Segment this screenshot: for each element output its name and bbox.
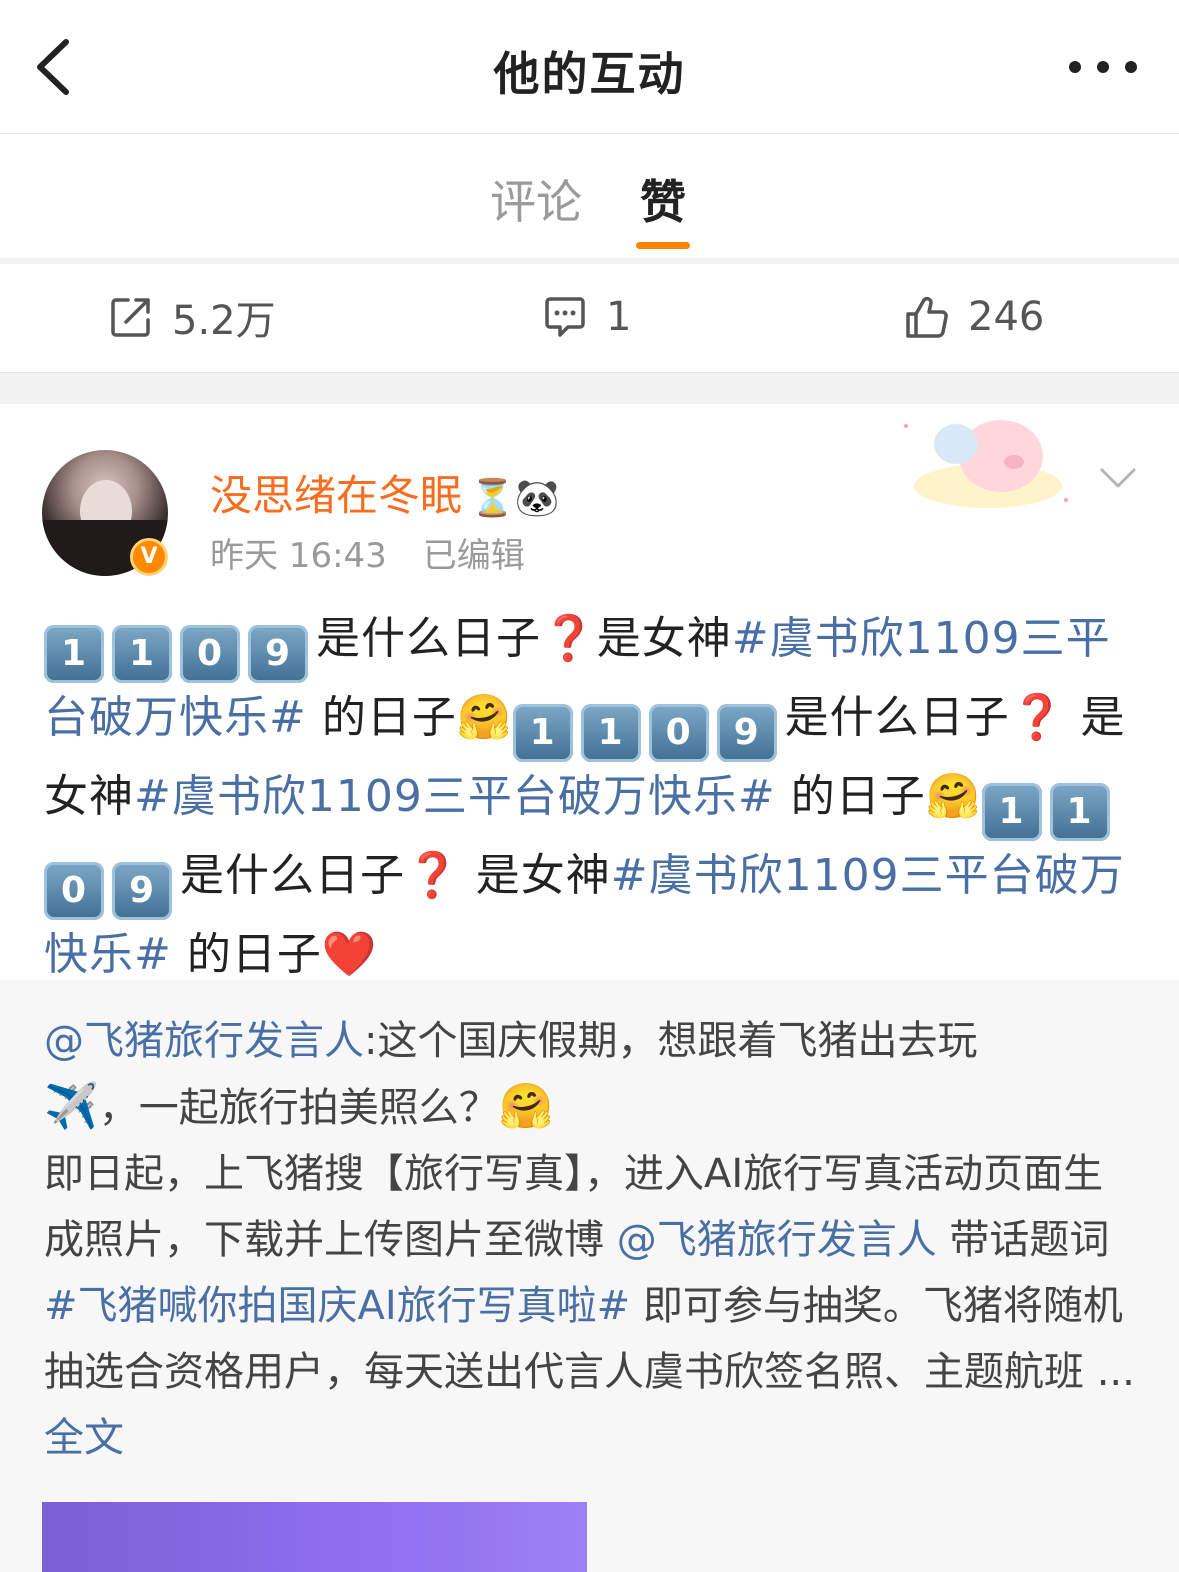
page-title: 他的互动 [493, 47, 686, 101]
quoted-post-text: @飞猪旅行发言人:这个国庆假期，想跟着飞猪出去玩 ✈️，一起旅行拍美照么？🤗 即日起… [44, 1008, 1139, 1471]
like-count: 246 [968, 294, 1045, 340]
like-icon [906, 296, 948, 338]
keycap-digit: 9 [248, 625, 308, 683]
keycap-digit: 0 [648, 704, 709, 762]
keycap-digit: 1 [1049, 783, 1110, 841]
hashtag-link[interactable]: #飞猪喊你拍国庆AI旅行写真啦# [44, 1283, 630, 1329]
edited-label: 已编辑 [422, 536, 525, 576]
keycap-digit: 1 [44, 625, 104, 683]
name-emoji: ⏳🐼 [470, 478, 560, 519]
post-card: V 没思绪在冬眠 ⏳🐼 昨天 16:43 已编辑 1 1 0 9 是什么日子❓是女神#虞书欣… [0, 404, 1179, 980]
comment-icon [545, 297, 585, 337]
keycap-digit: 1 [580, 704, 641, 762]
post-text-segment: 的日子 [775, 771, 926, 822]
full-text-link[interactable]: 全文 [44, 1415, 124, 1461]
post-text-segment: 是女神 [596, 613, 732, 664]
question-mark-icon: ❓ [541, 613, 597, 664]
verified-badge: V [130, 538, 168, 576]
quote-text-segment: 带话题词 [936, 1217, 1110, 1263]
mention-link[interactable]: @飞猪旅行发言人 [617, 1217, 937, 1263]
post-text-segment: 是什么日子 [180, 850, 405, 901]
keycap-digit: 0 [180, 625, 240, 683]
mention-link[interactable]: @飞猪旅行发言人 [44, 1018, 364, 1064]
username[interactable]: 没思绪在冬眠 ⏳🐼 [210, 462, 560, 523]
pig-sticker-icon [904, 420, 1068, 508]
post-meta: 昨天 16:43 已编辑 [210, 528, 525, 577]
comment-button[interactable]: 1 [542, 292, 631, 342]
keycap-digit: 9 [112, 862, 172, 920]
hashtag-link[interactable]: #虞书欣1109三平台破万快乐# [134, 771, 776, 822]
more-dots-icon [1069, 61, 1137, 73]
keycap-digit: 0 [44, 862, 104, 920]
tab-likes[interactable]: 赞 [640, 166, 686, 232]
hug-emoji-icon: 🤗 [498, 1081, 554, 1132]
keycap-digit: 9 [716, 704, 777, 762]
post-text-segment: 的日子 [171, 929, 322, 980]
post-text: 1 1 0 9 是什么日子❓是女神#虞书欣1109三平台破万快乐# 的日子🤗 1 1 0 9 是什… [44, 604, 1139, 989]
post-text-segment: 是什么日子 [784, 692, 1010, 743]
tab-comments[interactable]: 评论 [490, 166, 582, 232]
page: 他的互动 评论 赞 5.2万 1 246 V 没思绪在冬眠 ⏳🐼 昨天 16:4… [0, 0, 1179, 1572]
quoted-post[interactable]: @飞猪旅行发言人:这个国庆假期，想跟着飞猪出去玩 ✈️，一起旅行拍美照么？🤗 即日起… [0, 980, 1179, 1572]
navbar: 他的互动 [0, 0, 1179, 134]
stats-bar: 5.2万 1 246 [0, 264, 1179, 373]
post-text-segment: 是女神 [460, 850, 611, 901]
like-button[interactable]: 246 [904, 292, 1044, 342]
quote-text-segment: ，一起旅行拍美照么？ [98, 1085, 499, 1131]
repost-icon [111, 298, 150, 337]
repost-count: 5.2万 [172, 298, 276, 344]
question-mark-icon: ❓ [1009, 692, 1066, 743]
tab-bar: 评论 赞 [0, 134, 1179, 258]
repost-button[interactable]: 5.2万 [108, 292, 276, 344]
post-text-segment: 的日子 [306, 692, 457, 743]
quote-text-segment: :这个国庆假期，想跟着飞猪出去玩 [364, 1018, 978, 1064]
quoted-post-image[interactable] [42, 1502, 587, 1572]
keycap-digit: 1 [512, 704, 573, 762]
keycap-digit: 1 [981, 783, 1042, 841]
hug-emoji-icon: 🤗 [456, 692, 513, 743]
username-text: 没思绪在冬眠 [210, 471, 463, 520]
airplane-emoji-icon: ✈️ [44, 1081, 99, 1132]
question-mark-icon: ❓ [405, 850, 461, 901]
chevron-down-icon[interactable] [1098, 462, 1138, 492]
post-text-segment: 是什么日子 [316, 613, 541, 664]
heart-emoji-icon: ❤️ [321, 929, 378, 980]
hug-emoji-icon: 🤗 [925, 771, 982, 822]
more-button[interactable] [1067, 56, 1139, 78]
comment-count: 1 [606, 294, 632, 340]
keycap-digit: 1 [112, 625, 172, 683]
post-time: 昨天 16:43 [210, 536, 387, 576]
active-tab-indicator [636, 242, 690, 249]
